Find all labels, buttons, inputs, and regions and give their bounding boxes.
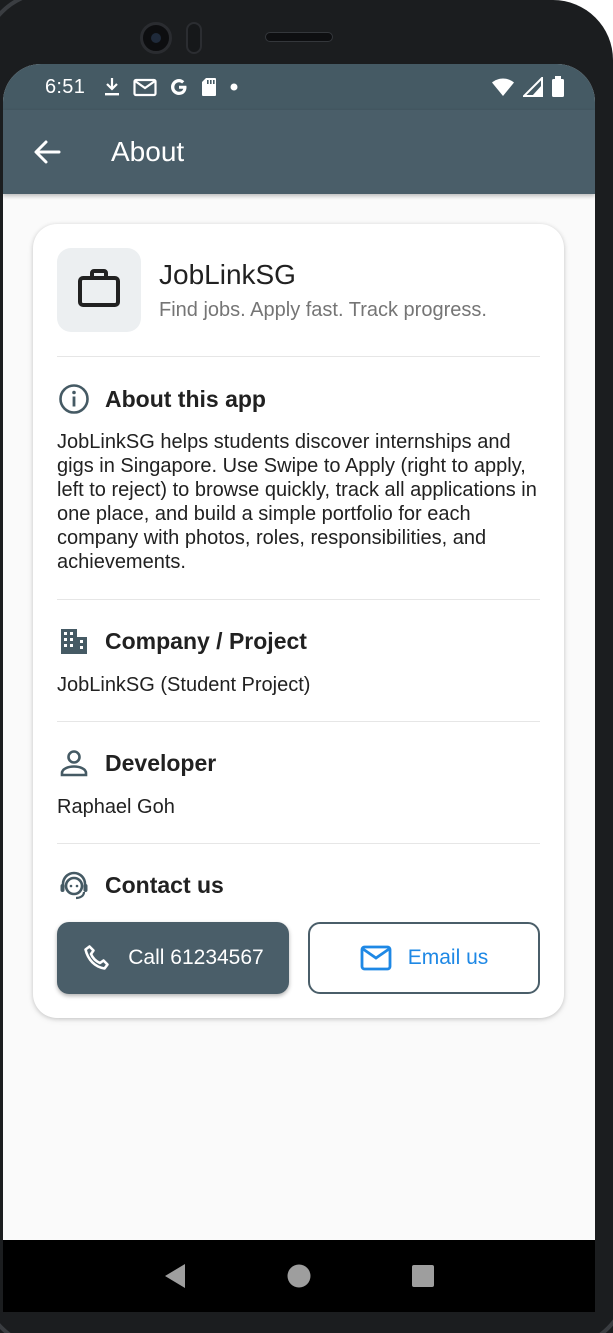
app-header: JobLinkSG Find jobs. Apply fast. Track p… bbox=[57, 248, 487, 332]
app-name: JobLinkSG bbox=[159, 258, 296, 290]
person-icon bbox=[57, 746, 91, 780]
email-icon bbox=[360, 945, 392, 971]
phone-icon bbox=[82, 943, 112, 973]
divider bbox=[57, 356, 540, 357]
about-section-title: About this app bbox=[57, 382, 266, 416]
battery-icon bbox=[551, 76, 565, 98]
status-time: 6:51 bbox=[45, 75, 86, 98]
google-icon bbox=[169, 77, 189, 97]
app-name-wrap: JobLinkSG Find jobs. Apply fast. Track p… bbox=[159, 259, 487, 322]
earpiece-speaker bbox=[265, 32, 333, 42]
system-nav-bar bbox=[3, 1240, 595, 1312]
signal-icon bbox=[523, 77, 543, 97]
about-card: JobLinkSG Find jobs. Apply fast. Track p… bbox=[33, 224, 564, 1018]
screen: 6:51 About JobLinkSG Find jobs. Apply fa… bbox=[3, 64, 595, 1240]
download-icon bbox=[103, 77, 121, 97]
nav-home-icon[interactable] bbox=[279, 1256, 319, 1296]
wifi-icon bbox=[491, 77, 515, 97]
app-icon bbox=[57, 248, 141, 332]
call-button-label: Call 61234567 bbox=[128, 946, 264, 969]
dot-icon bbox=[229, 82, 239, 92]
email-button[interactable]: Email us bbox=[308, 922, 540, 994]
company-text: JobLinkSG (Student Project) bbox=[57, 674, 311, 696]
developer-text: Raphael Goh bbox=[57, 796, 175, 818]
briefcase-icon bbox=[77, 268, 121, 313]
company-title-text: Company / Project bbox=[105, 627, 307, 654]
nav-recents-icon[interactable] bbox=[403, 1256, 443, 1296]
contact-title-text: Contact us bbox=[105, 871, 224, 898]
email-button-label: Email us bbox=[407, 946, 489, 969]
about-text: JobLinkSG helps students discover intern… bbox=[57, 431, 537, 573]
about-title-text: About this app bbox=[105, 385, 266, 412]
proximity-sensor bbox=[186, 22, 202, 54]
building-icon bbox=[57, 624, 91, 658]
status-bar: 6:51 bbox=[3, 64, 595, 110]
developer-section-title: Developer bbox=[57, 746, 216, 780]
phone-frame: 6:51 About JobLinkSG Find jobs. Apply fa… bbox=[0, 0, 613, 1333]
sd-card-icon bbox=[201, 77, 217, 97]
app-tagline: Find jobs. Apply fast. Track progress. bbox=[159, 298, 487, 321]
status-right-icons bbox=[491, 76, 565, 98]
call-button[interactable]: Call 61234567 bbox=[57, 922, 289, 994]
contact-section-title: Contact us bbox=[57, 868, 224, 902]
app-bar: About bbox=[3, 110, 595, 194]
mail-icon bbox=[133, 77, 157, 97]
developer-title-text: Developer bbox=[105, 749, 217, 776]
divider bbox=[57, 599, 540, 600]
support-agent-icon bbox=[57, 868, 91, 902]
status-left-icons bbox=[103, 77, 239, 97]
divider bbox=[57, 721, 540, 722]
company-section-title: Company / Project bbox=[57, 624, 307, 658]
arrow-back-icon[interactable] bbox=[31, 136, 63, 168]
front-camera bbox=[140, 22, 172, 54]
nav-back-icon[interactable] bbox=[155, 1256, 195, 1296]
divider bbox=[57, 843, 540, 844]
info-icon bbox=[57, 382, 91, 416]
page-title: About bbox=[111, 136, 185, 167]
